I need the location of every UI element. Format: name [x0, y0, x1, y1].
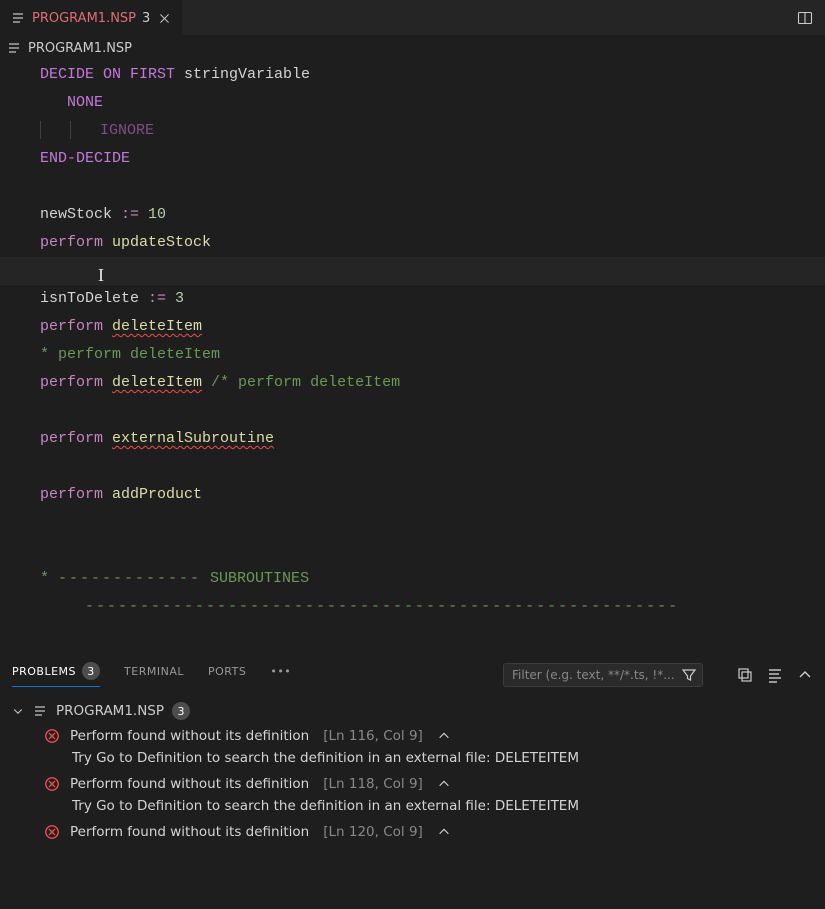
code-token: perform [40, 374, 103, 391]
ellipsis-icon: ••• [270, 665, 291, 678]
tab-terminal[interactable]: Terminal [124, 665, 184, 685]
problem-item[interactable]: Perform found without its definition [Ln… [0, 772, 825, 796]
code-token: NONE [67, 94, 103, 111]
problem-detail: Try Go to Definition to search the defin… [0, 748, 825, 772]
code-token [103, 430, 112, 447]
code-token: /* perform deleteItem [202, 374, 400, 391]
problem-message: Perform found without its definition [70, 728, 309, 744]
code-token: perform [40, 430, 103, 447]
problem-detail: Try Go to Definition to search the defin… [0, 796, 825, 820]
file-lines-icon [6, 40, 22, 56]
problem-item[interactable]: Perform found without its definition [Ln… [0, 724, 825, 748]
chevron-up-icon[interactable] [437, 777, 451, 791]
problem-message: Perform found without its definition [70, 776, 309, 792]
view-as-list-icon[interactable] [767, 667, 783, 683]
code-token: stringVariable [175, 66, 310, 83]
close-icon[interactable] [156, 10, 172, 26]
collapse-all-icon[interactable] [737, 667, 753, 683]
code-token: 10 [139, 206, 166, 223]
code-token: SUBROUTINES [201, 570, 309, 587]
problem-message: Perform found without its definition [70, 824, 309, 840]
code-token: externalSubroutine [112, 430, 274, 447]
problems-list: PROGRAM1.NSP 3 Perform found without its… [0, 692, 825, 909]
code-editor[interactable]: I DECIDE ON FIRST stringVariable NONE IG… [0, 61, 825, 657]
code-token: := [121, 206, 139, 223]
chevron-up-icon[interactable] [437, 825, 451, 839]
code-token: IGNORE [100, 122, 154, 139]
error-icon [44, 728, 60, 744]
breadcrumb-filename: PROGRAM1.NSP [28, 41, 132, 56]
code-token: DECIDE ON FIRST [40, 66, 175, 83]
code-token: updateStock [103, 234, 211, 251]
code-token: ------------- [58, 570, 201, 587]
problem-location: [Ln 118, Col 9] [323, 776, 423, 792]
code-token: isnToDelete [40, 290, 148, 307]
tab-badge: 3 [142, 11, 150, 26]
code-token: deleteItem [112, 374, 202, 391]
code-token: perform [40, 486, 103, 503]
tab-label: Ports [208, 665, 246, 678]
panel-tab-row: Problems 3 Terminal Ports ••• [0, 657, 825, 692]
code-token: perform [40, 234, 103, 251]
code-token: ----------------------------------------… [85, 598, 679, 615]
tab-overflow[interactable]: ••• [270, 665, 291, 685]
problems-file-count: 3 [172, 702, 190, 720]
code-token: * perform deleteItem [40, 346, 220, 363]
code-token: 3 [166, 290, 184, 307]
problems-file-row[interactable]: PROGRAM1.NSP 3 [0, 698, 825, 724]
problem-item[interactable]: Perform found without its definition [Ln… [0, 820, 825, 844]
editor-tab-row: PROGRAM1.NSP 3 [0, 0, 825, 35]
bottom-panel: Problems 3 Terminal Ports ••• [0, 657, 825, 909]
tab-problems[interactable]: Problems 3 [12, 662, 100, 687]
error-icon [44, 776, 60, 792]
tab-count: 3 [82, 662, 100, 680]
code-token: perform [40, 318, 103, 335]
breadcrumb[interactable]: PROGRAM1.NSP [0, 35, 825, 61]
tab-ports[interactable]: Ports [208, 665, 246, 685]
error-icon [44, 824, 60, 840]
chevron-down-icon [12, 705, 24, 717]
file-lines-icon [32, 703, 48, 719]
problem-location: [Ln 120, Col 9] [323, 824, 423, 840]
problems-filter-input[interactable] [503, 663, 703, 687]
problems-file-name: PROGRAM1.NSP [56, 703, 164, 719]
code-token: deleteItem [112, 318, 202, 335]
file-lines-icon [10, 10, 26, 26]
chevron-up-icon[interactable] [797, 667, 813, 683]
code-token: newStock [40, 206, 121, 223]
code-token: addProduct [103, 486, 202, 503]
code-token: END-DECIDE [40, 150, 130, 167]
chevron-up-icon[interactable] [437, 729, 451, 743]
tab-filename: PROGRAM1.NSP [32, 11, 136, 26]
problem-location: [Ln 116, Col 9] [323, 728, 423, 744]
tab-label: Problems [12, 665, 76, 678]
code-token [103, 318, 112, 335]
code-token: := [148, 290, 166, 307]
filter-wrap [503, 663, 703, 687]
funnel-icon[interactable] [681, 667, 697, 683]
editor-tab[interactable]: PROGRAM1.NSP 3 [0, 0, 182, 35]
code-token [103, 374, 112, 391]
tab-label: Terminal [124, 665, 184, 678]
split-editor-icon[interactable] [785, 0, 825, 35]
code-token: * [40, 570, 58, 587]
